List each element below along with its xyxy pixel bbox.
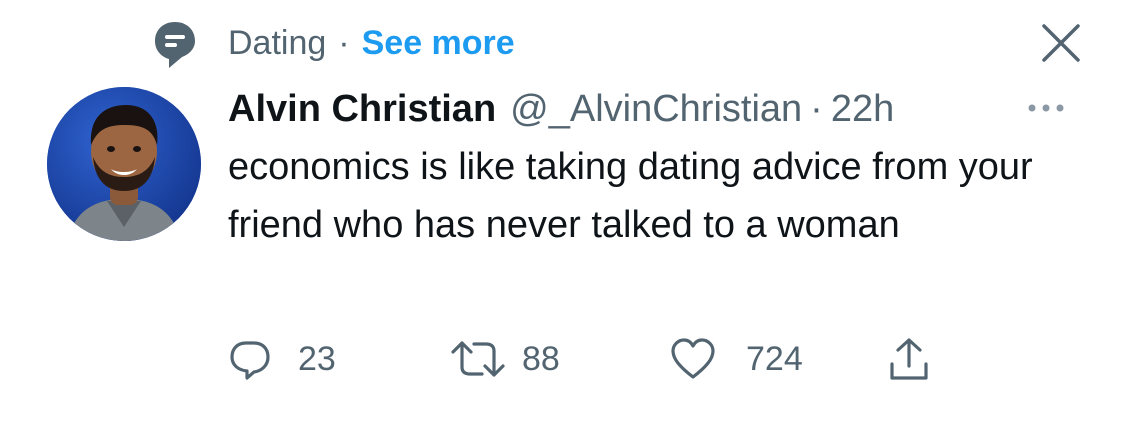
retweet-button[interactable]: 88 [450,334,560,384]
see-more-link[interactable]: See more [362,20,515,66]
timestamp[interactable]: 22h [831,84,894,134]
share-button[interactable] [888,334,930,384]
retweet-icon [451,341,505,377]
tweet-text: economics is like taking dating advice f… [228,146,1033,246]
reply-icon [230,341,270,380]
close-icon [1042,24,1080,62]
topic-separator: · [338,24,350,62]
author-handle[interactable]: @_AlvinChristian [510,84,802,134]
like-count: 724 [746,339,803,378]
reply-count: 23 [298,339,336,378]
more-options-button[interactable] [1018,90,1074,126]
topic-pin-icon [152,20,198,70]
share-icon [890,338,928,380]
heart-icon [671,338,715,379]
topic-context: Dating · See more [228,20,515,66]
tweet-header: Alvin Christian @_AlvinChristian · 22h [228,84,894,134]
avatar-photo [47,87,201,241]
reply-button[interactable]: 23 [228,334,336,384]
topic-label[interactable]: Dating [228,20,326,66]
like-button[interactable]: 724 [670,334,803,384]
avatar[interactable] [47,87,201,241]
more-options-icon [1028,104,1064,112]
retweet-count: 88 [522,339,560,378]
author-name[interactable]: Alvin Christian [228,84,496,134]
close-button[interactable] [1040,22,1082,64]
time-separator: · [810,88,823,130]
